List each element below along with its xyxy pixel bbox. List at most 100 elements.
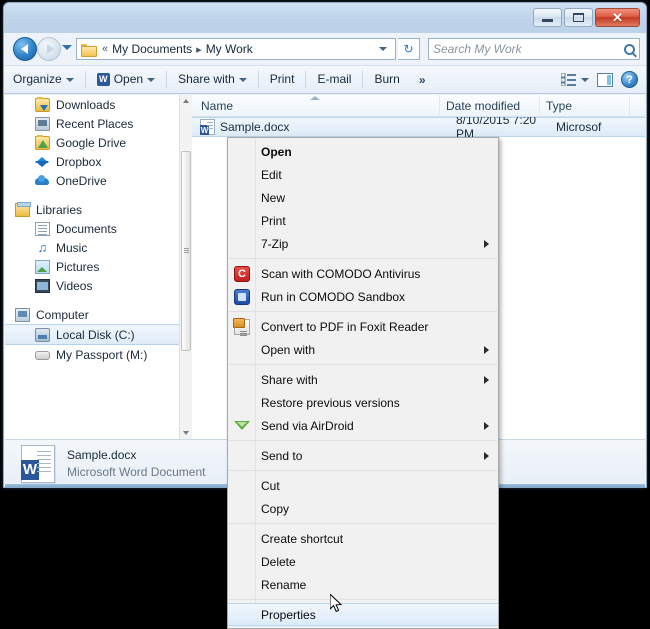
details-file-type: Microsoft Word Document <box>67 465 206 479</box>
sidebar-item-label: Computer <box>36 307 89 322</box>
word-document-icon <box>200 119 215 135</box>
scroll-down-button[interactable] <box>180 427 192 439</box>
documents-library-icon <box>35 221 50 236</box>
dropbox-icon <box>35 155 50 169</box>
menu-item-open-with[interactable]: Open with <box>228 338 498 361</box>
sidebar-item-my-passport-m[interactable]: My Passport (M:) <box>5 345 191 364</box>
sidebar-item-computer[interactable]: Computer <box>5 305 191 324</box>
search-box[interactable]: Search My Work <box>428 38 640 60</box>
menu-item-send-via-airdroid[interactable]: Send via AirDroid <box>228 414 498 437</box>
sidebar-item-libraries[interactable]: Libraries <box>5 200 191 219</box>
sidebar-item-pictures[interactable]: Pictures <box>5 257 191 276</box>
scrollbar-thumb[interactable] <box>181 151 191 351</box>
maximize-button[interactable] <box>564 8 593 27</box>
toolbar-overflow-button[interactable]: » <box>409 73 436 87</box>
forward-button[interactable] <box>37 37 61 61</box>
menu-separator <box>229 599 497 600</box>
sidebar-item-google-drive[interactable]: Google Drive <box>5 133 191 152</box>
organize-button[interactable]: Organize <box>4 68 83 91</box>
menu-item-create-shortcut[interactable]: Create shortcut <box>228 527 498 550</box>
downloads-folder-icon <box>35 96 50 112</box>
table-row[interactable]: Sample.docx 8/10/2015 7:20 PM Microsof <box>192 113 645 141</box>
address-chevron-down-icon[interactable] <box>379 47 387 51</box>
pictures-library-icon <box>35 259 50 274</box>
videos-library-icon <box>35 278 50 293</box>
sidebar-item-downloads[interactable]: Downloads <box>5 95 191 114</box>
toolbar-divider <box>362 71 364 88</box>
sidebar-item-music[interactable]: ♫ Music <box>5 238 191 257</box>
chevron-down-icon <box>147 77 156 82</box>
navigation-pane[interactable]: Downloads Recent Places Google Drive Dro… <box>5 95 191 439</box>
breadcrumb-my-documents[interactable]: My Documents <box>112 42 192 56</box>
sidebar-item-onedrive[interactable]: OneDrive <box>5 171 191 190</box>
menu-item-properties[interactable]: Properties <box>228 603 498 626</box>
email-button[interactable]: E-mail <box>308 68 360 91</box>
address-bar-row: « My Documents ▸ My Work ↻ Search My Wor… <box>4 33 646 65</box>
print-button[interactable]: Print <box>261 68 304 91</box>
menu-item-label: Convert to PDF in Foxit Reader <box>261 319 429 334</box>
sidebar-item-documents[interactable]: Documents <box>5 219 191 238</box>
chevron-down-icon <box>238 77 247 82</box>
menu-item-copy[interactable]: Copy <box>228 497 498 520</box>
menu-item-label: Copy <box>261 501 290 516</box>
sidebar-item-recent-places[interactable]: Recent Places <box>5 114 191 133</box>
help-button[interactable]: ? <box>621 71 638 88</box>
menu-item-label: Send to <box>261 448 303 463</box>
word-document-icon <box>21 444 55 483</box>
column-header-date-modified[interactable]: Date modified <box>440 95 540 117</box>
menu-item-share-with[interactable]: Share with <box>228 368 498 391</box>
menu-item-send-to[interactable]: Send to <box>228 444 498 467</box>
scroll-up-button[interactable] <box>180 95 192 107</box>
menu-item-print[interactable]: Print <box>228 209 498 232</box>
submenu-arrow-icon <box>484 239 489 248</box>
back-button[interactable] <box>13 37 37 61</box>
address-bar[interactable]: « My Documents ▸ My Work <box>76 38 396 60</box>
menu-item-scan-with-comodo-antivirus[interactable]: C Scan with COMODO Antivirus <box>228 262 498 285</box>
breadcrumb-overflow-icon[interactable]: « <box>102 43 108 55</box>
menu-item-label: Send via AirDroid <box>261 418 354 433</box>
recent-locations-chevron-down-icon[interactable] <box>62 45 72 50</box>
sidebar-item-label: Downloads <box>56 97 116 112</box>
refresh-button[interactable]: ↻ <box>398 38 420 60</box>
details-file-name: Sample.docx <box>67 448 137 462</box>
sidebar-item-videos[interactable]: Videos <box>5 276 191 295</box>
menu-item-new[interactable]: New <box>228 186 498 209</box>
open-button[interactable]: W Open <box>88 68 164 91</box>
close-button[interactable]: ✕ <box>595 8 640 27</box>
menu-item-convert-to-pdf-in-foxit-reader[interactable]: Convert to PDF in Foxit Reader <box>228 315 498 338</box>
menu-item-delete[interactable]: Delete <box>228 550 498 573</box>
menu-separator <box>229 311 497 312</box>
sidebar-item-label: Pictures <box>56 259 100 274</box>
menu-item-rename[interactable]: Rename <box>228 573 498 596</box>
toolbar-divider <box>84 71 86 88</box>
word-icon: W <box>96 73 110 86</box>
menu-item-label: Create shortcut <box>261 531 344 546</box>
menu-item-7-zip[interactable]: 7-Zip <box>228 232 498 255</box>
menu-item-restore-previous-versions[interactable]: Restore previous versions <box>228 391 498 414</box>
search-input[interactable]: Search My Work <box>433 42 624 56</box>
show-preview-pane-button[interactable] <box>597 72 613 87</box>
navigation-pane-scrollbar[interactable] <box>179 95 192 439</box>
menu-item-cut[interactable]: Cut <box>228 474 498 497</box>
menu-item-label: Open <box>261 144 292 159</box>
sidebar-item-dropbox[interactable]: Dropbox <box>5 152 191 171</box>
sidebar-item-label: OneDrive <box>56 173 107 188</box>
comodo-sandbox-icon <box>234 288 250 305</box>
details-text-group: Sample.docx Microsoft Word Document <box>67 448 206 479</box>
burn-button[interactable]: Burn <box>365 68 408 91</box>
minimize-button[interactable] <box>533 8 562 27</box>
context-menu[interactable]: Open Edit New Print 7-Zip C Scan with CO… <box>227 137 499 629</box>
column-header-type[interactable]: Type <box>540 95 630 117</box>
google-drive-icon <box>35 134 50 150</box>
menu-item-run-in-comodo-sandbox[interactable]: Run in COMODO Sandbox <box>228 285 498 308</box>
sidebar-item-label: Dropbox <box>56 154 102 169</box>
sidebar-item-local-disk-c[interactable]: Local Disk (C:) <box>5 324 191 345</box>
menu-item-open[interactable]: Open <box>228 140 498 163</box>
breadcrumb-my-work[interactable]: My Work <box>206 42 253 56</box>
toolbar-right-group: ? <box>561 68 646 91</box>
file-name-cell: Sample.docx <box>220 120 290 134</box>
menu-item-edit[interactable]: Edit <box>228 163 498 186</box>
share-with-button[interactable]: Share with <box>169 68 256 91</box>
change-view-button[interactable] <box>561 68 589 91</box>
